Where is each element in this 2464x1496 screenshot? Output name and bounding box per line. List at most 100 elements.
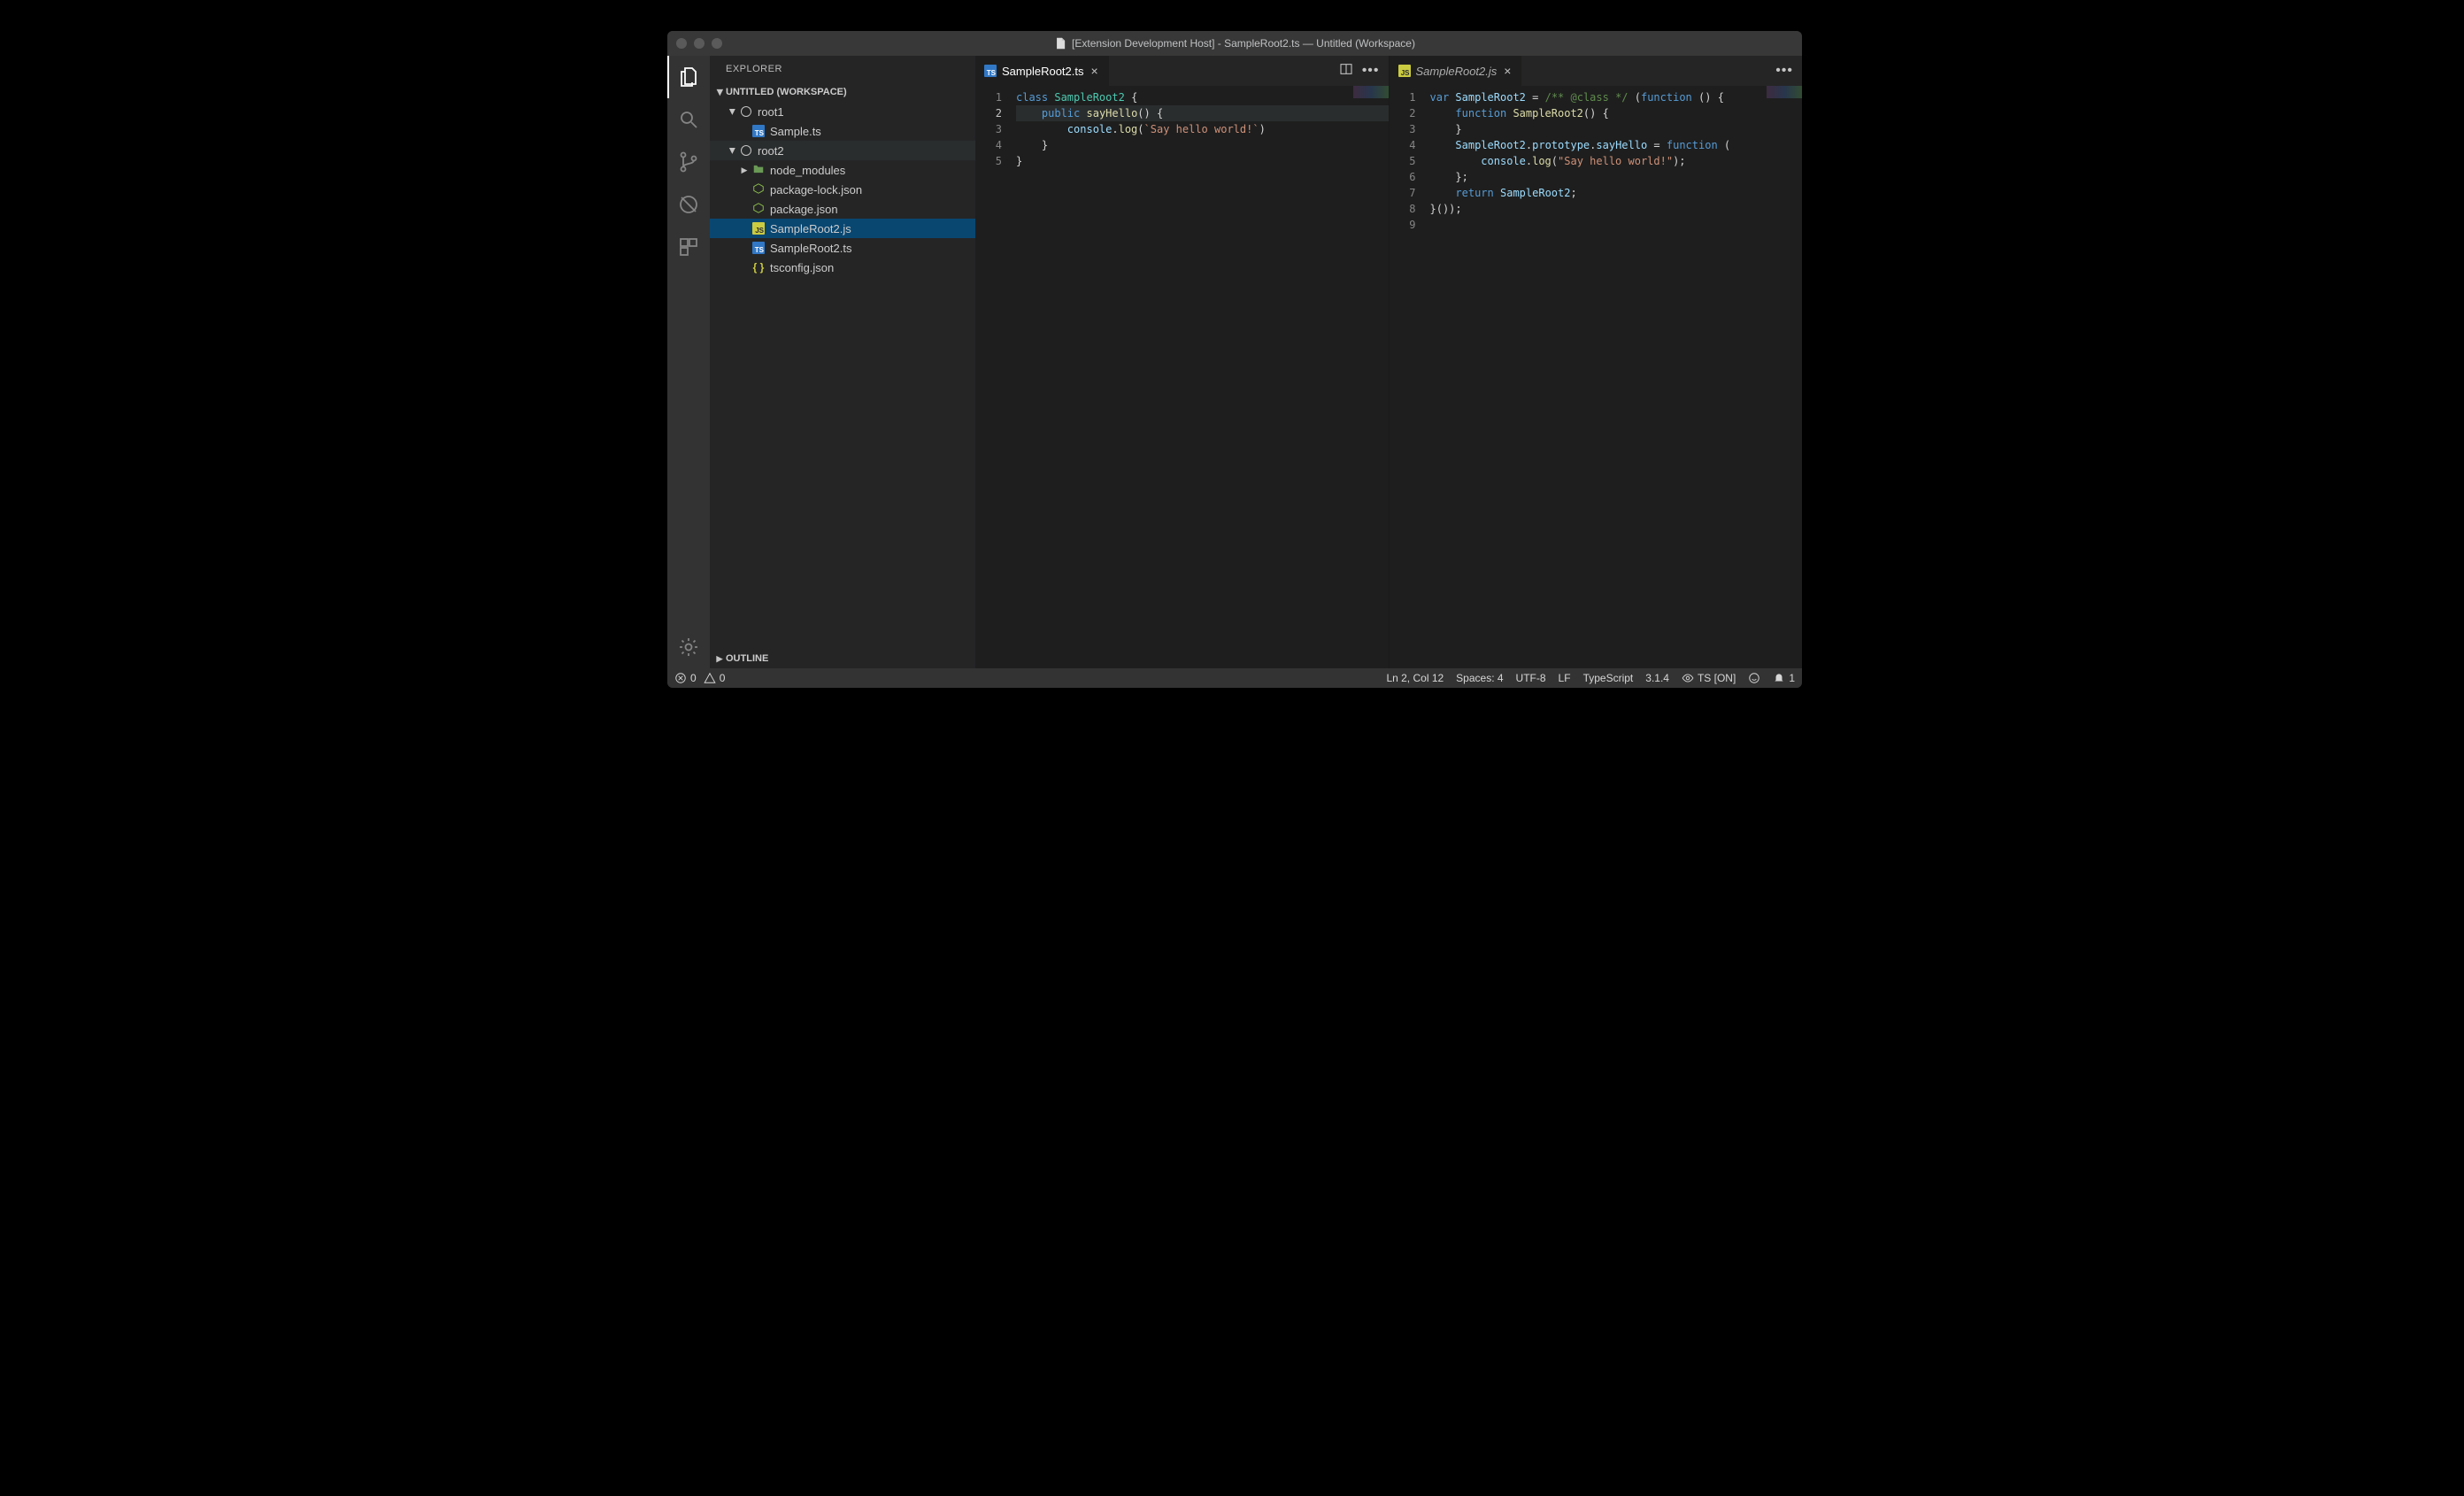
close-window-button[interactable] — [676, 38, 687, 49]
outline-section-label: OUTLINE — [726, 653, 768, 664]
editor-right[interactable]: 123456789 var SampleRoot2 = /** @class *… — [1390, 86, 1803, 668]
status-indent[interactable]: Spaces: 4 — [1456, 672, 1503, 684]
editor-actions-left: ••• — [1330, 56, 1389, 86]
tree-file[interactable]: TSSample.ts — [710, 121, 975, 141]
npm-icon — [752, 202, 765, 217]
status-ts-version[interactable]: 3.1.4 — [1645, 672, 1669, 684]
tree-item-label: root1 — [758, 105, 784, 119]
activity-settings[interactable] — [667, 626, 710, 668]
status-encoding[interactable]: UTF-8 — [1516, 672, 1546, 684]
tree-item-label: root2 — [758, 144, 784, 158]
js-icon: JS — [752, 222, 765, 235]
file-icon — [1054, 37, 1066, 50]
outline-section-header[interactable]: OUTLINE — [710, 649, 975, 668]
window-title-text: [Extension Development Host] - SampleRoo… — [1072, 37, 1415, 50]
tab-sampleroot2-js[interactable]: JS SampleRoot2.js × — [1390, 56, 1523, 86]
json-icon: { } — [753, 261, 765, 274]
status-eol[interactable]: LF — [1559, 672, 1571, 684]
error-icon — [674, 672, 687, 684]
status-feedback[interactable] — [1748, 672, 1760, 684]
file-icon-wrap — [751, 182, 766, 197]
close-icon[interactable]: × — [1502, 64, 1513, 78]
sidebar: EXPLORER UNTITLED (WORKSPACE) root1TSSam… — [710, 56, 975, 668]
titlebar: [Extension Development Host] - SampleRoo… — [667, 31, 1802, 56]
ts-icon: TS — [752, 125, 765, 137]
file-icon-wrap — [738, 106, 754, 117]
zoom-window-button[interactable] — [712, 38, 722, 49]
code-left[interactable]: class SampleRoot2 { public sayHello() { … — [1016, 86, 1389, 668]
ts-icon: TS — [752, 242, 765, 254]
bell-icon — [1773, 672, 1785, 684]
vscode-window: [Extension Development Host] - SampleRoo… — [667, 31, 1802, 688]
ts-icon: TS — [984, 65, 997, 78]
more-actions-button[interactable]: ••• — [1775, 63, 1793, 79]
code-right[interactable]: var SampleRoot2 = /** @class */ (functio… — [1430, 86, 1803, 668]
tree-folder[interactable]: root2 — [710, 141, 975, 160]
activity-extensions[interactable] — [667, 226, 710, 268]
extensions-icon — [678, 236, 699, 258]
file-icon-wrap: TS — [751, 242, 766, 254]
chevron-down-icon — [726, 146, 738, 156]
split-icon — [1339, 62, 1353, 76]
status-errors[interactable]: 0 — [674, 672, 697, 684]
file-icon-wrap: JS — [751, 222, 766, 235]
tab-label: SampleRoot2.ts — [1002, 65, 1084, 78]
bug-icon — [678, 194, 699, 215]
tree-file[interactable]: TS SampleRoot2.ts — [710, 238, 975, 258]
branch-icon — [678, 151, 699, 173]
file-icon-wrap: TS — [751, 125, 766, 137]
split-editor-button[interactable] — [1339, 62, 1353, 81]
tree-file[interactable]: package-lock.json — [710, 180, 975, 199]
more-actions-button[interactable]: ••• — [1362, 63, 1380, 79]
warning-icon — [704, 672, 716, 684]
minimize-window-button[interactable] — [694, 38, 705, 49]
minimap-right[interactable] — [1767, 86, 1802, 98]
status-cursor[interactable]: Ln 2, Col 12 — [1386, 672, 1444, 684]
tab-sampleroot2-ts[interactable]: TS SampleRoot2.ts × — [975, 56, 1110, 86]
tabs-left: TS SampleRoot2.ts × ••• — [975, 56, 1389, 86]
editor-group-right: JS SampleRoot2.js × ••• 123456789 var Sa… — [1389, 56, 1803, 668]
status-warnings[interactable]: 0 — [704, 672, 726, 684]
sidebar-title: EXPLORER — [710, 56, 975, 82]
activity-debug[interactable] — [667, 183, 710, 226]
search-icon — [678, 109, 699, 130]
tree-folder[interactable]: root1 — [710, 102, 975, 121]
activity-search[interactable] — [667, 98, 710, 141]
statusbar: 0 0 Ln 2, Col 12 Spaces: 4 UTF-8 LF Type… — [667, 668, 1802, 688]
status-ts-server[interactable]: TS [ON] — [1682, 672, 1736, 684]
activity-bar — [667, 56, 710, 668]
tab-label: SampleRoot2.js — [1416, 65, 1498, 78]
tree-item-label: node_modules — [770, 164, 845, 177]
warning-count: 0 — [720, 672, 726, 684]
workspace-section-label: UNTITLED (WORKSPACE) — [726, 87, 847, 97]
file-icon-wrap — [738, 145, 754, 156]
tree-file[interactable]: { } tsconfig.json — [710, 258, 975, 277]
tree-folder[interactable]: node_modules — [710, 160, 975, 180]
gutter-right: 123456789 — [1390, 86, 1430, 668]
tree-item-label: tsconfig.json — [770, 261, 834, 274]
tree-item-label: package.json — [770, 203, 838, 216]
file-icon-wrap: { } — [751, 261, 766, 274]
activity-scm[interactable] — [667, 141, 710, 183]
status-language[interactable]: TypeScript — [1583, 672, 1634, 684]
file-icon-wrap — [751, 202, 766, 217]
chevron-down-icon — [726, 107, 738, 117]
chevron-right-icon — [738, 166, 751, 175]
window-title: [Extension Development Host] - SampleRoo… — [667, 37, 1802, 50]
js-icon: JS — [1398, 65, 1411, 78]
npm-icon — [752, 182, 765, 197]
tree-file[interactable]: JSSampleRoot2.js — [710, 219, 975, 238]
error-count: 0 — [690, 672, 697, 684]
editor-left[interactable]: 12345 class SampleRoot2 { public sayHell… — [975, 86, 1389, 668]
smiley-icon — [1748, 672, 1760, 684]
tree-item-label: package-lock.json — [770, 183, 862, 197]
workspace-section-header[interactable]: UNTITLED (WORKSPACE) — [710, 82, 975, 102]
chevron-right-icon — [713, 654, 726, 664]
files-icon — [678, 66, 699, 88]
minimap-left[interactable] — [1353, 86, 1389, 98]
tree-file[interactable]: package.json — [710, 199, 975, 219]
activity-explorer[interactable] — [667, 56, 710, 98]
tree-item-label: SampleRoot2.ts — [770, 242, 852, 255]
status-notifications[interactable]: 1 — [1773, 672, 1795, 684]
close-icon[interactable]: × — [1090, 64, 1100, 78]
